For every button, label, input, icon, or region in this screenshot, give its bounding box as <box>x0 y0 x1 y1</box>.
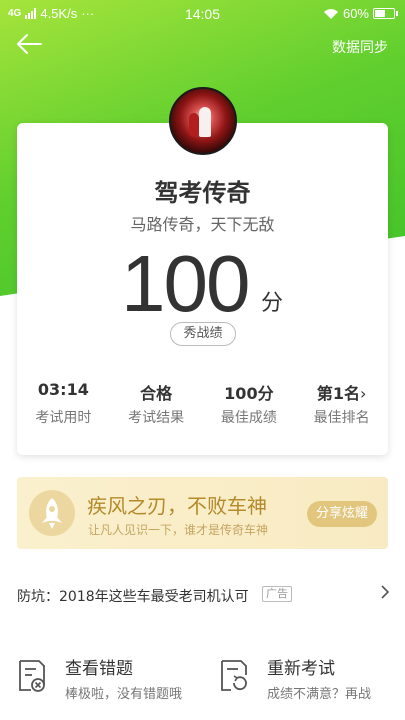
stat-label: 最佳排名 <box>313 410 370 426</box>
banner-title: 疾风之刃，不败车神 <box>87 494 267 518</box>
battery-icon <box>373 8 398 19</box>
data-sync-button[interactable]: 数据同步 <box>332 37 388 57</box>
share-show-off-button[interactable]: 分享炫耀 <box>307 501 377 527</box>
action-subtitle: 成绩不满意？再战 <box>267 687 372 702</box>
status-bar: 4G 4.5K/s ··· 14:05 60% <box>0 0 405 28</box>
retake-exam-icon <box>221 660 247 691</box>
stat-value: 100分 <box>224 384 274 403</box>
view-wrong-questions-button[interactable]: 查看错题 棒极啦，没有错题哦 <box>17 645 207 705</box>
rocket-icon <box>29 490 75 536</box>
stat-label: 最佳成绩 <box>220 410 277 426</box>
stat-best-score: 100分 最佳成绩 <box>203 380 296 427</box>
ad-tag: 广告 <box>262 586 292 602</box>
stat-value: 合格 <box>140 384 173 403</box>
retake-exam-button[interactable]: 重新考试 成绩不满意？再战 <box>219 645 399 705</box>
back-button[interactable] <box>14 32 44 56</box>
battery-percent: 60% <box>342 6 369 21</box>
chevron-right-icon: › <box>359 384 367 403</box>
stat-value: 第1名› <box>295 380 388 403</box>
stat-exam-result: 合格 考试结果 <box>110 380 203 427</box>
arrow-left-icon <box>17 34 42 54</box>
rank-title: 驾考传奇 <box>154 179 251 207</box>
action-title: 查看错题 <box>65 659 133 679</box>
banner-subtitle: 让凡人见识一下，谁才是传奇车神 <box>88 523 269 537</box>
ad-text: 防坑：2018年这些车最受老司机认可 <box>17 589 249 605</box>
chevron-right-icon <box>381 585 390 599</box>
stat-exam-time: 03:14 考试用时 <box>17 380 110 427</box>
show-record-button[interactable]: 秀战绩 <box>170 322 236 346</box>
rank-value: 第1名 <box>316 384 360 403</box>
action-title: 重新考试 <box>267 659 335 679</box>
share-banner[interactable]: 疾风之刃，不败车神 让凡人见识一下，谁才是传奇车神 分享炫耀 <box>17 477 388 549</box>
stat-label: 考试用时 <box>35 410 92 426</box>
stats-row: 03:14 考试用时 合格 考试结果 100分 最佳成绩 第1名› 最佳排名 <box>17 380 388 427</box>
rank-subtitle: 马路传奇，天下无敌 <box>130 215 275 234</box>
stat-label: 考试结果 <box>128 410 185 426</box>
result-card: 驾考传奇 马路传奇，天下无敌 100 分 秀战绩 03:14 考试用时 合格 考… <box>17 123 388 455</box>
wrong-questions-icon <box>19 660 45 692</box>
ad-row[interactable]: 防坑：2018年这些车最受老司机认可 广告 <box>0 576 405 612</box>
score-value: 100 <box>121 239 250 328</box>
avatar <box>169 87 237 155</box>
stat-best-rank[interactable]: 第1名› 最佳排名 <box>295 380 388 427</box>
stat-value: 03:14 <box>37 380 89 399</box>
wifi-icon <box>323 8 338 19</box>
action-subtitle: 棒极啦，没有错题哦 <box>65 687 183 702</box>
score-unit: 分 <box>261 291 284 316</box>
